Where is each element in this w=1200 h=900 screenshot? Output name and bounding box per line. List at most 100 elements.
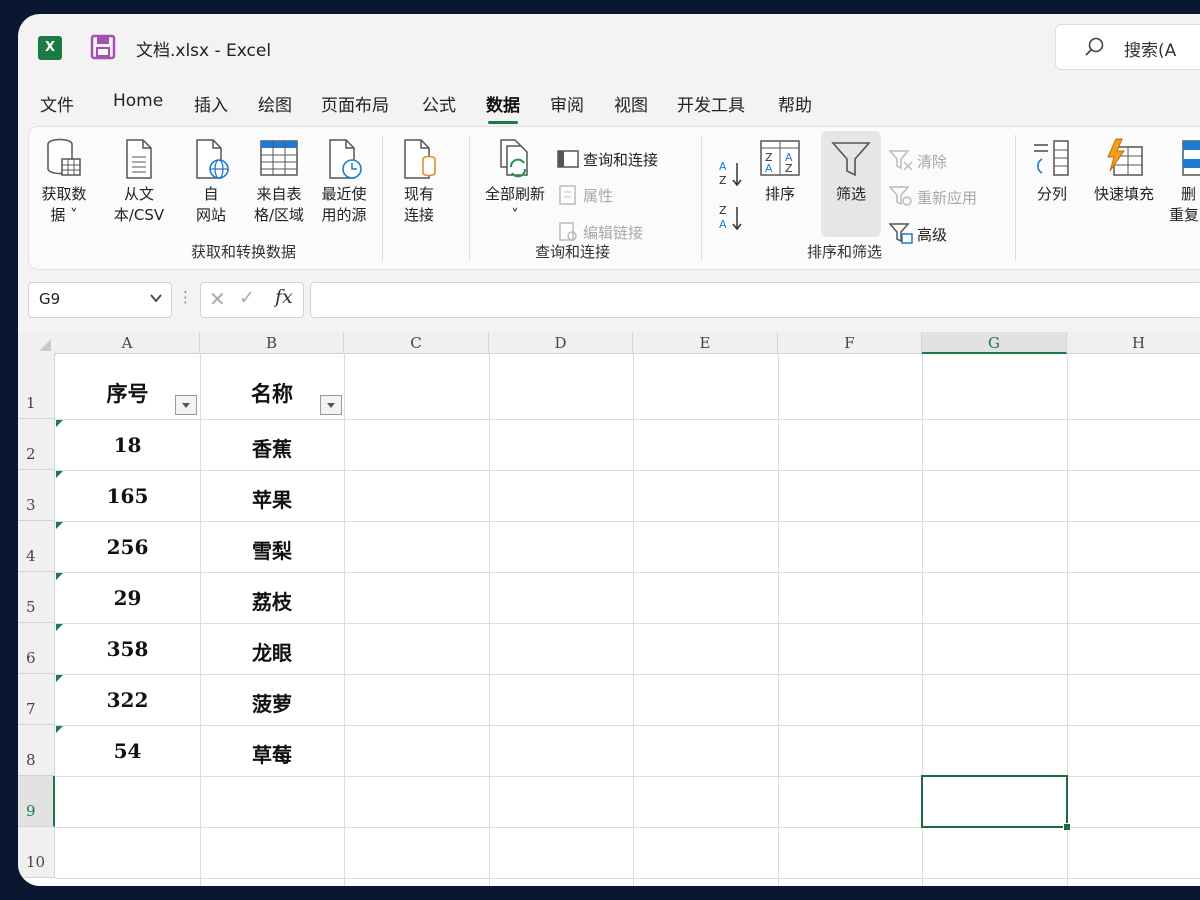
- existing-connections-button[interactable]: 现有 连接: [397, 137, 441, 226]
- row-header-9[interactable]: 9: [18, 776, 55, 827]
- cell-b2[interactable]: 香蕉: [200, 433, 344, 462]
- name-box[interactable]: G9: [28, 282, 172, 318]
- column-header-d[interactable]: D: [489, 332, 633, 354]
- remove-duplicates-button[interactable]: 删 重复: [1169, 137, 1200, 226]
- tab-review[interactable]: 审阅: [550, 91, 584, 116]
- get-data-button[interactable]: 获取数 据 ˅: [37, 137, 91, 226]
- cell-b4[interactable]: 雪梨: [200, 535, 344, 564]
- save-icon[interactable]: [90, 34, 116, 60]
- tab-formulas[interactable]: 公式: [422, 91, 456, 116]
- tab-insert[interactable]: 插入: [194, 91, 228, 116]
- column-header-e[interactable]: E: [633, 332, 778, 354]
- recent-sources-button[interactable]: 最近使 用的源: [315, 137, 373, 226]
- tab-page-layout[interactable]: 页面布局: [321, 91, 389, 116]
- search-box[interactable]: 搜索(A: [1055, 24, 1200, 70]
- tab-view[interactable]: 视图: [614, 91, 648, 116]
- formula-bar-grip[interactable]: ⋮: [178, 288, 193, 306]
- cell-b7[interactable]: 菠萝: [200, 688, 344, 717]
- cell-b3[interactable]: 苹果: [200, 484, 344, 513]
- cancel-icon[interactable]: ✕: [209, 287, 226, 311]
- cell-a3[interactable]: 165: [55, 484, 200, 508]
- column-header-b[interactable]: B: [200, 332, 344, 354]
- row-number: 9: [26, 802, 36, 820]
- tab-file[interactable]: 文件: [40, 91, 74, 116]
- queries-connections-button[interactable]: 查询和连接: [557, 149, 658, 170]
- tab-help[interactable]: 帮助: [778, 91, 812, 116]
- tab-draw[interactable]: 绘图: [258, 91, 292, 116]
- error-indicator: [56, 675, 63, 682]
- column-header-a[interactable]: A: [55, 332, 200, 354]
- column-header-c[interactable]: C: [344, 332, 489, 354]
- row-header-10[interactable]: 10: [18, 827, 55, 878]
- enter-icon[interactable]: ✓: [239, 287, 255, 309]
- tab-developer[interactable]: 开发工具: [677, 91, 745, 116]
- row-header-5[interactable]: 5: [18, 572, 55, 623]
- advanced-filter-button[interactable]: 高级: [888, 222, 947, 245]
- advanced-filter-icon: [888, 223, 913, 244]
- cell-a7[interactable]: 322: [55, 688, 200, 712]
- recent-label-2: 用的源: [321, 206, 367, 224]
- remove-dup-label-1: 删: [1181, 185, 1197, 203]
- text-to-columns-button[interactable]: 分列: [1025, 137, 1079, 205]
- cell-b6[interactable]: 龙眼: [200, 637, 344, 666]
- filter-dropdown-button[interactable]: [175, 395, 197, 415]
- row-header-1[interactable]: 1: [18, 354, 55, 419]
- gridline: [55, 623, 1200, 624]
- edit-links-icon: [559, 222, 577, 241]
- cell-a2[interactable]: 18: [55, 433, 200, 457]
- worksheet-grid[interactable]: A B C D E F G H 1 2 3 4 5 6 7 8 9 10 序号 …: [18, 332, 1200, 886]
- row-header-2[interactable]: 2: [18, 419, 55, 470]
- formula-input[interactable]: [310, 282, 1200, 318]
- cell-a4[interactable]: 256: [55, 535, 200, 559]
- database-icon: [47, 138, 81, 176]
- from-web-button[interactable]: 自 网站: [189, 137, 233, 226]
- svg-text:Z: Z: [719, 174, 727, 187]
- from-text-csv-button[interactable]: 从文 本/CSV: [107, 137, 171, 226]
- sort-dialog-icon: Z A A Z: [760, 140, 800, 176]
- gridline: [55, 419, 1200, 420]
- tab-home[interactable]: Home: [113, 91, 163, 111]
- tab-data[interactable]: 数据: [486, 91, 520, 124]
- column-header-g[interactable]: G: [922, 332, 1067, 354]
- select-all-button[interactable]: [18, 332, 56, 355]
- remove-dup-label-2: 重复: [1169, 206, 1200, 224]
- reapply-button[interactable]: 重新应用: [888, 185, 977, 208]
- svg-text:A: A: [719, 218, 727, 231]
- sort-az-button[interactable]: A Z: [717, 159, 745, 193]
- cell-a5[interactable]: 29: [55, 586, 200, 610]
- flash-fill-button[interactable]: 快速填充: [1087, 137, 1161, 205]
- chevron-down-icon[interactable]: [149, 291, 163, 305]
- sort-za-button[interactable]: Z A: [717, 203, 745, 237]
- gridline: [778, 354, 779, 886]
- filter-button[interactable]: 筛选: [823, 137, 879, 205]
- web-file-icon: [196, 139, 229, 179]
- cell-b5[interactable]: 荔枝: [200, 586, 344, 615]
- insert-function-icon[interactable]: fx: [275, 286, 293, 308]
- properties-button[interactable]: 属性: [557, 185, 613, 206]
- sort-ascending-icon: A Z: [719, 160, 742, 187]
- formula-bar-buttons: ✕ ✓ fx: [200, 282, 304, 318]
- row-header-4[interactable]: 4: [18, 521, 55, 572]
- clear-filter-button[interactable]: 清除: [888, 149, 947, 172]
- row-header-8[interactable]: 8: [18, 725, 55, 776]
- flash-fill-icon: [1107, 138, 1143, 176]
- from-table-range-button[interactable]: 来自表 格/区域: [247, 137, 311, 226]
- get-data-label-1: 获取数: [41, 185, 87, 203]
- edit-links-label: 编辑链接: [583, 224, 644, 242]
- row-header-7[interactable]: 7: [18, 674, 55, 725]
- group-label-get-transform: 获取和转换数据: [191, 243, 297, 261]
- filter-dropdown-button[interactable]: [320, 395, 342, 415]
- row-header-6[interactable]: 6: [18, 623, 55, 674]
- cell-a8[interactable]: 54: [55, 739, 200, 763]
- active-cell-g9[interactable]: [921, 775, 1071, 831]
- row-header-3[interactable]: 3: [18, 470, 55, 521]
- column-header-f[interactable]: F: [778, 332, 922, 354]
- sort-button[interactable]: Z A A Z 排序: [755, 137, 805, 205]
- refresh-all-button[interactable]: 全部刷新 ˅: [477, 137, 553, 226]
- edit-links-button[interactable]: 编辑链接: [557, 222, 643, 243]
- recent-file-icon: [329, 139, 362, 179]
- cell-a6[interactable]: 358: [55, 637, 200, 661]
- row-number: 10: [26, 853, 46, 871]
- column-header-h[interactable]: H: [1067, 332, 1200, 354]
- cell-b8[interactable]: 草莓: [200, 739, 344, 768]
